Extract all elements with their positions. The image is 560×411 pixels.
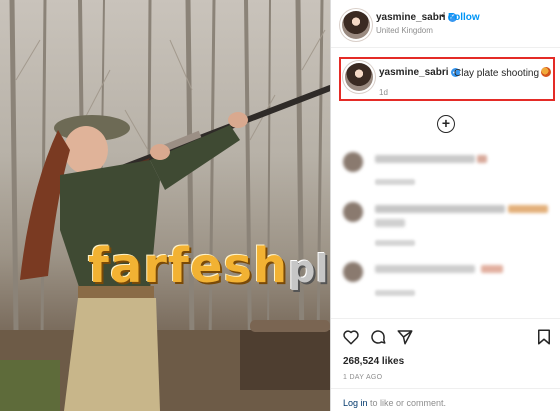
post-header: yasmine_sabri ✓ • Follow United Kingdom [331, 0, 560, 48]
clay-disc-emoji-icon [541, 67, 552, 77]
blurred-meta [375, 290, 415, 296]
login-prompt-text: to like or comment. [367, 398, 447, 408]
comment-item [343, 152, 553, 192]
post-side-panel: yasmine_sabri ✓ • Follow United Kingdom y… [330, 0, 560, 411]
blurred-meta [375, 179, 415, 185]
forest-background [0, 0, 330, 411]
post-actions: 268,524 likes 1 DAY AGO Log in to like o… [331, 318, 560, 411]
caption-comment: yasmine_sabri ✓ Clay plate shooting 1d [339, 57, 555, 101]
post-date: 1 DAY AGO [343, 374, 383, 381]
comment-item [343, 262, 553, 302]
username-text[interactable]: yasmine_sabri [376, 12, 446, 23]
post-photo: farfeshplus.com [0, 0, 330, 411]
avatar [343, 262, 363, 282]
share-icon[interactable] [396, 328, 414, 346]
caption-time: 1d [379, 88, 388, 97]
avatar[interactable] [345, 63, 373, 91]
caption-body: Clay plate shooting [454, 68, 540, 79]
load-more-comments-button[interactable]: + [437, 115, 455, 133]
blurred-meta [375, 240, 415, 246]
likes-count[interactable]: 268,524 likes [343, 356, 404, 367]
caption-author[interactable]: yasmine_sabri ✓ [379, 67, 460, 78]
blurred-emoji [481, 265, 503, 273]
avatar[interactable] [342, 11, 370, 39]
blurred-comment-text [375, 265, 475, 273]
username-text[interactable]: yasmine_sabri [379, 67, 449, 78]
blurred-comment-text [375, 205, 505, 213]
login-link[interactable]: Log in [343, 398, 368, 408]
avatar [343, 202, 363, 222]
avatar [343, 152, 363, 172]
login-prompt: Log in to like or comment. [331, 388, 560, 411]
blurred-comment-text [375, 219, 405, 227]
caption-text: Clay plate shooting [454, 67, 552, 79]
location-link[interactable]: United Kingdom [376, 26, 433, 35]
comment-item [343, 202, 553, 246]
blurred-emoji [477, 155, 487, 163]
separator-dot: • [441, 11, 445, 22]
follow-button[interactable]: Follow [448, 12, 480, 23]
heart-icon[interactable] [342, 328, 360, 346]
bookmark-icon[interactable] [535, 328, 553, 346]
blurred-comment-text [375, 155, 475, 163]
blurred-emoji [508, 205, 548, 213]
comment-icon[interactable] [369, 328, 387, 346]
